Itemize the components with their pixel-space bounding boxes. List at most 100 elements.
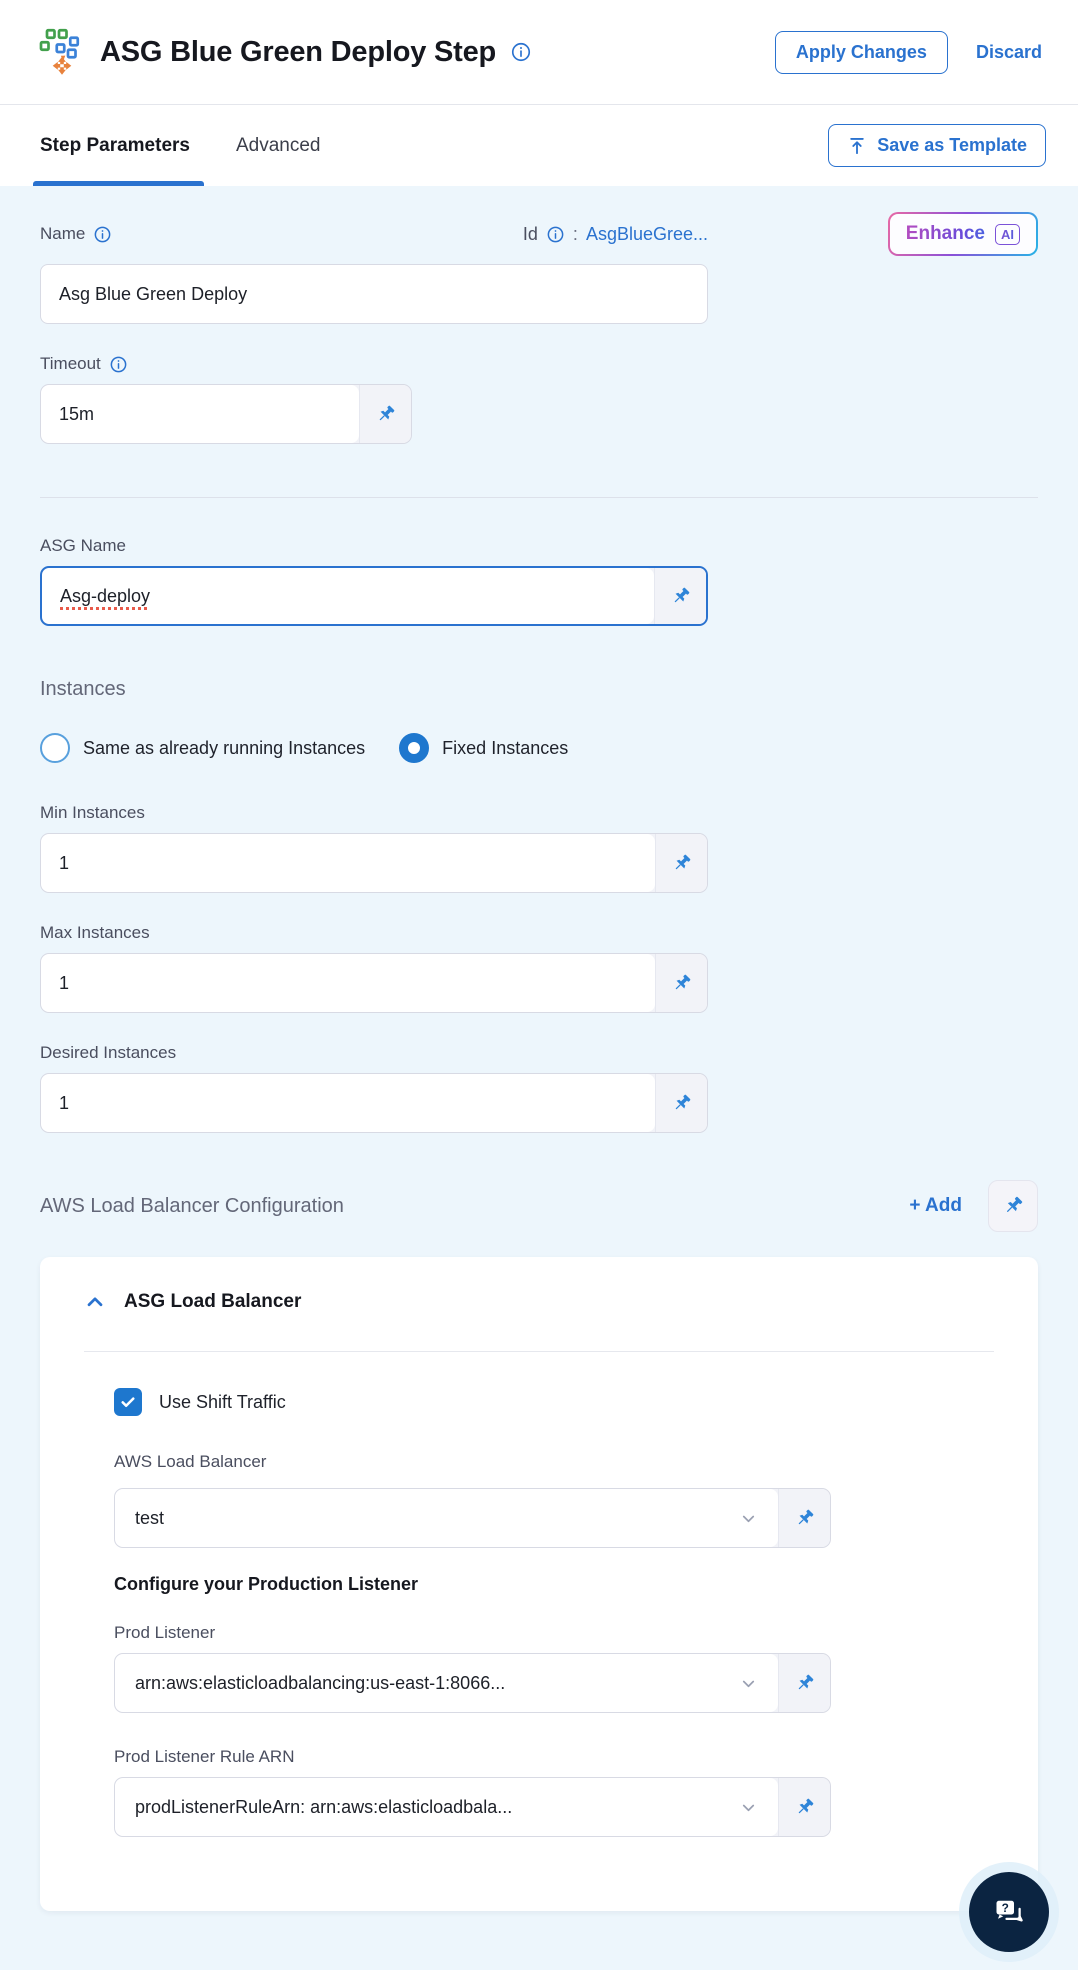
timeout-input[interactable]: [41, 385, 359, 443]
aws-lb-select-value: test: [135, 1507, 165, 1528]
svg-text:?: ?: [1002, 1901, 1009, 1915]
ai-badge: AI: [995, 223, 1020, 245]
prod-listener-rule-field: prodListenerRuleArn: arn:aws:elasticload…: [114, 1777, 831, 1837]
prod-listener-rule-pin-button[interactable]: [778, 1778, 830, 1836]
asg-step-icon: [38, 28, 86, 76]
asg-name-pin-button[interactable]: [654, 568, 706, 624]
enhance-label: Enhance: [905, 223, 985, 244]
aws-lb-label: AWS Load Balancer: [114, 1452, 267, 1471]
min-instances-input[interactable]: [41, 834, 655, 892]
prod-listener-select[interactable]: arn:aws:elasticloadbalancing:us-east-1:8…: [115, 1654, 778, 1712]
timeout-pin-button[interactable]: [359, 385, 411, 443]
asg-name-value: Asg-deploy: [60, 585, 151, 606]
chevron-down-icon: [739, 1798, 758, 1817]
timeout-field: [40, 384, 412, 444]
max-instances-pin-button[interactable]: [655, 954, 707, 1012]
tabs: Step Parameters Advanced: [33, 105, 828, 186]
prod-listener-label-row: Prod Listener: [114, 1623, 994, 1643]
question-chat-icon: ?: [989, 1892, 1029, 1932]
chevron-down-icon: [739, 1509, 758, 1528]
name-id-row: Name Id : AsgBlueGree... Enhance AI: [40, 208, 1038, 260]
save-as-template-label: Save as Template: [877, 135, 1027, 155]
header-actions: Apply Changes Discard: [774, 30, 1042, 74]
timeout-label-row: Timeout: [40, 354, 1038, 374]
apply-changes-button[interactable]: Apply Changes: [774, 30, 948, 74]
use-shift-traffic-checkbox[interactable]: [114, 1388, 142, 1416]
name-input[interactable]: [40, 264, 708, 324]
page-title: ASG Blue Green Deploy Step: [100, 35, 497, 68]
lb-config-header-row: AWS Load Balancer Configuration + Add: [40, 1179, 1038, 1233]
header-title-group: ASG Blue Green Deploy Step: [38, 28, 775, 76]
chevron-up-icon: [84, 1291, 106, 1313]
max-instances-field: [40, 953, 708, 1013]
aws-lb-pin-button[interactable]: [778, 1489, 830, 1547]
timeout-info-icon[interactable]: [109, 355, 128, 374]
title-info-icon[interactable]: [510, 41, 532, 63]
prod-listener-rule-select-value: prodListenerRuleArn: arn:aws:elasticload…: [135, 1796, 513, 1817]
desired-instances-input[interactable]: [41, 1074, 655, 1132]
max-instances-label-row: Max Instances: [40, 923, 1038, 943]
id-separator: :: [572, 223, 578, 244]
prod-listener-rule-label: Prod Listener Rule ARN: [114, 1747, 295, 1766]
radio-same-as-running[interactable]: Same as already running Instances: [40, 733, 365, 763]
min-instances-pin-button[interactable]: [655, 834, 707, 892]
id-info-icon[interactable]: [546, 225, 565, 244]
asg-load-balancer-card: ASG Load Balancer Use Shift Traffic AWS …: [40, 1257, 1038, 1911]
asg-name-input[interactable]: Asg-deploy: [42, 568, 654, 624]
add-load-balancer-button[interactable]: + Add: [909, 1195, 962, 1217]
name-id-group: Name Id : AsgBlueGree...: [40, 224, 708, 245]
aws-lb-select[interactable]: test: [115, 1489, 778, 1547]
prod-listener-rule-label-row: Prod Listener Rule ARN: [114, 1747, 994, 1767]
save-as-template-button[interactable]: Save as Template: [828, 124, 1046, 167]
discard-button[interactable]: Discard: [976, 42, 1042, 63]
desired-instances-field: [40, 1073, 708, 1133]
card-divider: [84, 1351, 994, 1352]
radio-same-as-running-label: Same as already running Instances: [83, 737, 366, 758]
lb-config-heading: AWS Load Balancer Configuration: [40, 1194, 344, 1217]
section-divider: [40, 497, 1038, 498]
asg-load-balancer-toggle[interactable]: ASG Load Balancer: [84, 1291, 994, 1313]
prod-listener-field: arn:aws:elasticloadbalancing:us-east-1:8…: [114, 1653, 831, 1713]
name-label-group: Name: [40, 224, 112, 244]
instances-radio-group: Same as already running Instances Fixed …: [40, 733, 1038, 763]
step-config-panel: ASG Blue Green Deploy Step Apply Changes…: [0, 0, 1078, 1970]
configure-prod-listener-heading: Configure your Production Listener: [114, 1574, 419, 1594]
prod-listener-label: Prod Listener: [114, 1623, 216, 1642]
radio-fixed-instances[interactable]: Fixed Instances: [399, 733, 568, 763]
radio-fixed-instances-circle: [399, 733, 430, 763]
asg-load-balancer-title: ASG Load Balancer: [124, 1291, 302, 1312]
enhance-ai-button[interactable]: Enhance AI: [887, 212, 1038, 256]
max-instances-input[interactable]: [41, 954, 655, 1012]
use-shift-traffic-label: Use Shift Traffic: [159, 1391, 286, 1412]
chevron-down-icon: [739, 1674, 758, 1693]
desired-instances-pin-button[interactable]: [655, 1074, 707, 1132]
radio-fixed-instances-label: Fixed Instances: [442, 737, 569, 758]
prod-listener-select-value: arn:aws:elasticloadbalancing:us-east-1:8…: [135, 1672, 506, 1693]
radio-same-as-running-circle: [40, 733, 70, 763]
lb-config-pin-button[interactable]: [988, 1180, 1038, 1232]
help-chat-button[interactable]: ?: [969, 1872, 1049, 1952]
prod-listener-rule-select[interactable]: prodListenerRuleArn: arn:aws:elasticload…: [115, 1778, 778, 1836]
tab-step-parameters[interactable]: Step Parameters: [33, 105, 204, 186]
tab-advanced[interactable]: Advanced: [236, 105, 321, 186]
min-instances-field: [40, 833, 708, 893]
aws-lb-field: test: [114, 1488, 831, 1548]
use-shift-traffic-checkbox-row[interactable]: Use Shift Traffic: [114, 1388, 994, 1416]
prod-listener-pin-button[interactable]: [778, 1654, 830, 1712]
id-value: AsgBlueGree...: [585, 223, 708, 244]
tab-bar: Step Parameters Advanced Save as Templat…: [0, 105, 1078, 186]
min-instances-label: Min Instances: [40, 803, 145, 822]
asg-name-field: Asg-deploy: [40, 566, 708, 626]
timeout-label: Timeout: [40, 354, 101, 373]
instances-heading: Instances: [40, 678, 126, 700]
upload-icon: [847, 136, 867, 156]
id-group: Id : AsgBlueGree...: [523, 224, 708, 245]
panel-header: ASG Blue Green Deploy Step Apply Changes…: [0, 0, 1078, 105]
id-label: Id: [522, 223, 538, 244]
name-info-icon[interactable]: [93, 225, 112, 244]
tab-advanced-label: Advanced: [235, 134, 321, 156]
desired-instances-label: Desired Instances: [40, 1043, 177, 1062]
card-fields: Use Shift Traffic AWS Load Balancer test: [114, 1388, 994, 1837]
asg-name-label-row: ASG Name: [40, 536, 1038, 556]
min-instances-label-row: Min Instances: [40, 803, 1038, 823]
